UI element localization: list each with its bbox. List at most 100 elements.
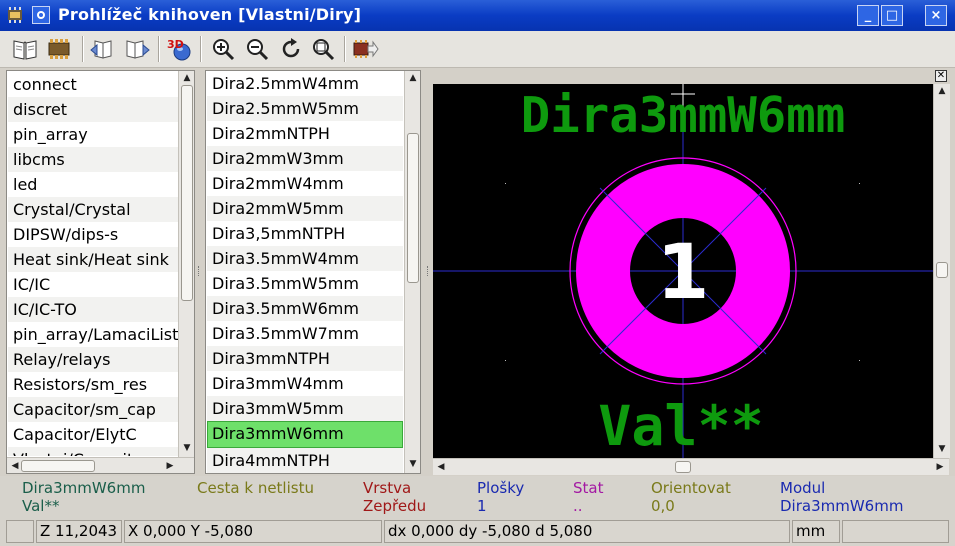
canvas-hscroll-thumb[interactable]	[675, 461, 691, 473]
library-vscroll-thumb[interactable]	[181, 85, 193, 301]
scroll-up-arrow-icon[interactable]: ▲	[406, 73, 420, 83]
library-list-item[interactable]: Crystal/Crystal	[8, 197, 178, 222]
status-relative-position: dx 0,000 dy -5,080 d 5,080	[384, 520, 790, 543]
library-list-item[interactable]: libcms	[8, 147, 178, 172]
scroll-down-arrow-icon[interactable]: ▼	[406, 459, 420, 469]
footprint-list-item[interactable]: Dira2.5mmW4mm	[207, 71, 403, 96]
library-horizontal-scrollbar[interactable]: ◀ ▶	[7, 457, 194, 473]
footprint-drawing: 1 Dira3mmW6mm Val**	[433, 84, 933, 458]
footprint-list-item[interactable]: Dira2.5mmW5mm	[207, 96, 403, 121]
library-list-item[interactable]: pin_array	[8, 122, 178, 147]
footprint-list-item[interactable]: Dira2mmW5mm	[207, 196, 403, 221]
footprint-list-item[interactable]: Dira3.5mmW7mm	[207, 321, 403, 346]
footprint-list-item[interactable]: Dira3mmNTPH	[207, 346, 403, 371]
footprint-list-item[interactable]: Dira2mmNTPH	[207, 121, 403, 146]
footprint-canvas[interactable]: 1 Dira3mmW6mm Val**	[433, 84, 933, 458]
info-label: Stat	[573, 479, 604, 497]
library-list-item[interactable]: Capacitor/ElytC	[8, 422, 178, 447]
info-value: 0,0	[651, 497, 675, 515]
info-value: 1	[477, 497, 487, 515]
footprint-list-item[interactable]: Dira3.5mmW6mm	[207, 296, 403, 321]
canvas-horizontal-scrollbar[interactable]: ◀ ▶	[433, 458, 949, 475]
select-footprint-icon[interactable]	[44, 34, 74, 64]
info-value: Dira3mmW6mm	[780, 497, 904, 515]
info-label: Orientovat	[651, 479, 731, 497]
title-bar: Prohlížeč knihoven [Vlastni/Diry] _ □ ×	[0, 0, 955, 31]
library-list-item[interactable]: Relay/relays	[8, 347, 178, 372]
scroll-up-arrow-icon[interactable]: ▲	[180, 73, 194, 83]
info-label: Cesta k netlistu	[197, 479, 314, 497]
library-list-item[interactable]: pin_array/LamaciListy	[8, 322, 178, 347]
library-hscroll-thumb[interactable]	[21, 460, 95, 472]
splitter-handle[interactable]	[198, 266, 202, 276]
library-list-item[interactable]: Heat sink/Heat sink	[8, 247, 178, 272]
scroll-left-arrow-icon[interactable]: ◀	[8, 461, 22, 471]
info-value: Zepředu	[363, 497, 427, 515]
library-list-item[interactable]: Vlastni/Capacitors	[8, 447, 178, 456]
select-library-icon[interactable]	[10, 34, 40, 64]
previous-footprint-icon[interactable]	[88, 34, 118, 64]
footprint-reference-text: Dira3mmW6mm	[521, 87, 846, 144]
redraw-icon[interactable]	[276, 34, 306, 64]
library-list-item[interactable]: discret	[8, 97, 178, 122]
footprint-list-item[interactable]: Dira3.5mmW4mm	[207, 246, 403, 271]
library-list-item[interactable]: DIPSW/dips-s	[8, 222, 178, 247]
minimize-button[interactable]: _	[857, 5, 879, 26]
close-button[interactable]: ×	[925, 5, 947, 26]
window-menu-icon[interactable]	[32, 6, 50, 24]
library-list-item[interactable]: IC/IC	[8, 272, 178, 297]
svg-text:3D: 3D	[167, 38, 184, 51]
scroll-left-arrow-icon[interactable]: ◀	[434, 462, 448, 472]
footprint-list-item[interactable]: Dira2mmW4mm	[207, 171, 403, 196]
library-list: connect discret pin_array libcms led Crystal/…	[8, 72, 178, 456]
canvas-vscroll-thumb[interactable]	[936, 262, 948, 278]
footprint-list-item[interactable]: Dira2mmW3mm	[207, 146, 403, 171]
library-list-item[interactable]: IC/IC-TO	[8, 297, 178, 322]
3d-view-icon[interactable]: 3D	[164, 34, 194, 64]
scroll-right-arrow-icon[interactable]: ▶	[163, 461, 177, 471]
footprint-list-item[interactable]: Dira3mmW5mm	[207, 396, 403, 421]
canvas-vertical-scrollbar[interactable]: ▲ ▼	[933, 84, 950, 458]
app-icon[interactable]	[6, 6, 24, 24]
library-vertical-scrollbar[interactable]: ▲ ▼	[178, 71, 194, 457]
info-label: Dira3mmW6mm	[22, 479, 146, 497]
status-zoom: Z 11,2043	[36, 520, 122, 543]
pad-number-label: 1	[657, 227, 710, 316]
status-units: mm	[792, 520, 840, 543]
library-list-item[interactable]: connect	[8, 72, 178, 97]
scroll-down-arrow-icon[interactable]: ▼	[935, 444, 949, 454]
footprint-list-panel: Dira2.5mmW4mm Dira2.5mmW5mm Dira2mmNTPH Dir…	[205, 70, 421, 474]
library-list-item[interactable]: led	[8, 172, 178, 197]
footprint-list-item[interactable]: Dira4mmNTPH	[207, 448, 403, 473]
splitter-handle[interactable]	[427, 266, 431, 276]
scroll-up-arrow-icon[interactable]: ▲	[935, 86, 949, 96]
info-value: Val**	[22, 497, 60, 515]
scroll-right-arrow-icon[interactable]: ▶	[933, 462, 947, 472]
toolbar: 3D	[0, 31, 955, 68]
export-to-editor-icon[interactable]	[350, 34, 380, 64]
library-list-item[interactable]: Resistors/sm_res	[8, 372, 178, 397]
info-value: ..	[573, 497, 583, 515]
maximize-button[interactable]: □	[881, 5, 903, 26]
window-title: Prohlížeč knihoven [Vlastni/Diry]	[58, 5, 362, 24]
zoom-in-icon[interactable]	[208, 34, 238, 64]
footprint-list-item[interactable]: Dira3.5mmW5mm	[207, 271, 403, 296]
footprint-value-text: Val**	[598, 394, 764, 458]
library-list-item[interactable]: Capacitor/sm_cap	[8, 397, 178, 422]
footprint-list-item[interactable]: Dira3mmW4mm	[207, 371, 403, 396]
zoom-fit-icon[interactable]	[308, 34, 338, 64]
footprint-list: Dira2.5mmW4mm Dira2.5mmW5mm Dira2mmNTPH Dir…	[207, 71, 403, 473]
status-cell-empty	[842, 520, 949, 543]
footprint-vscroll-thumb[interactable]	[407, 133, 419, 283]
library-list-panel: connect discret pin_array libcms led Crystal/…	[6, 70, 195, 474]
scroll-down-arrow-icon[interactable]: ▼	[180, 443, 194, 453]
footprint-list-item-selected[interactable]: Dira3mmW6mm	[207, 421, 403, 448]
next-footprint-icon[interactable]	[122, 34, 152, 64]
canvas-close-icon[interactable]: ✕	[935, 70, 947, 82]
status-bar: Z 11,2043 X 0,000 Y -5,080 dx 0,000 dy -…	[0, 518, 955, 546]
footprint-list-item[interactable]: Dira3,5mmNTPH	[207, 221, 403, 246]
status-cell-empty	[6, 520, 34, 543]
zoom-out-icon[interactable]	[242, 34, 272, 64]
status-cursor-position: X 0,000 Y -5,080	[124, 520, 382, 543]
footprint-vertical-scrollbar[interactable]: ▲ ▼	[404, 71, 420, 473]
